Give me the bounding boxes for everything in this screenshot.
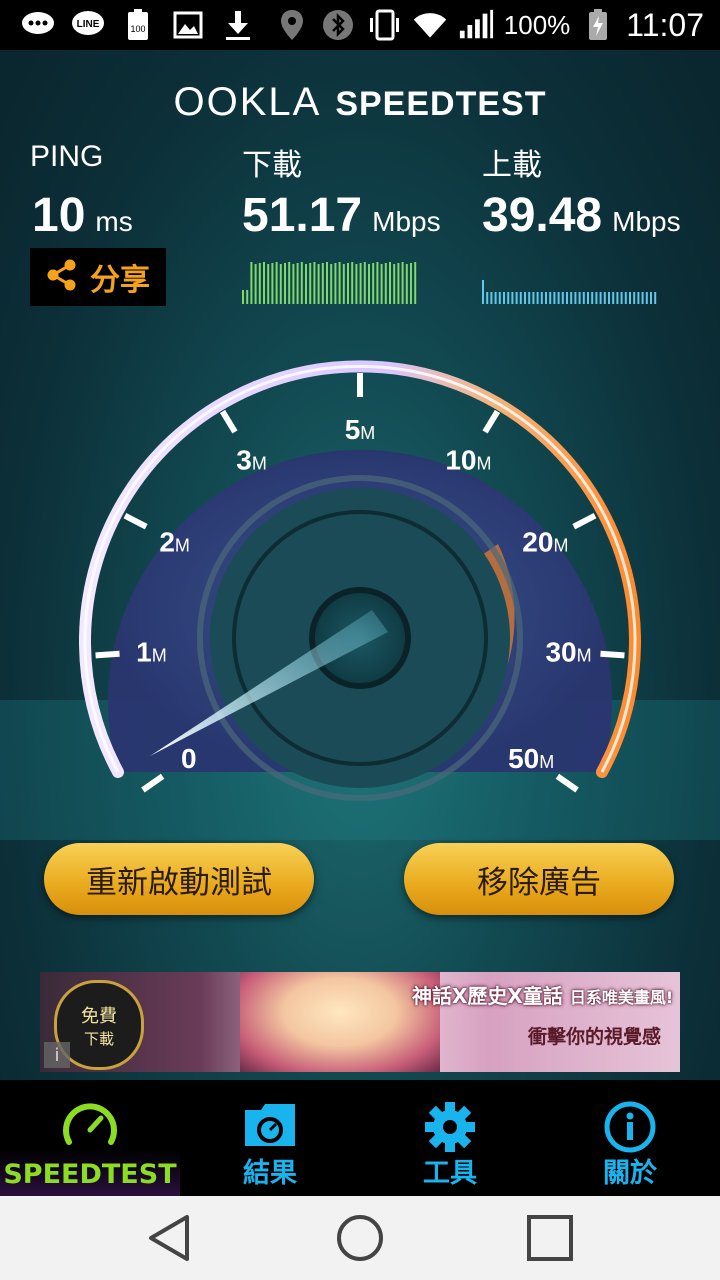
download-icon — [220, 10, 256, 40]
ad-headline: 神話X歷史X童話 日系唯美畫風! — [412, 980, 673, 1009]
ad-tagline: 衝擊你的視覺感 — [528, 1026, 662, 1048]
app-logo: OOKLA SPEEDTEST — [0, 80, 720, 125]
ookla-wordmark: OOKLA — [173, 80, 322, 124]
vibrate-icon — [366, 9, 402, 41]
remove-ads-button[interactable]: 移除廣告 — [404, 843, 674, 915]
results-folder-icon — [241, 1100, 299, 1154]
nav-results-label: 結果 — [243, 1158, 297, 1189]
download-unit: Mbps — [372, 206, 441, 237]
recents-icon[interactable] — [525, 1213, 575, 1267]
signal-icon — [458, 9, 494, 40]
download-number: 51.17 — [242, 189, 363, 242]
back-icon[interactable] — [145, 1213, 195, 1267]
svg-text:100: 100 — [130, 24, 145, 34]
gauge-tick-label: 5M — [345, 414, 376, 445]
nav-speedtest-label: SPEEDTEST — [3, 1159, 177, 1190]
battery-100-icon: 100 — [120, 9, 156, 40]
battery-percent: 100% — [503, 9, 571, 40]
speedometer-icon — [61, 1100, 119, 1154]
nav-tools[interactable]: 工具 — [360, 1080, 540, 1196]
share-button[interactable]: 分享 — [30, 248, 166, 306]
download-value: 51.17 Mbps — [242, 188, 441, 243]
gauge-tick — [95, 650, 120, 659]
svg-text:LINE: LINE — [77, 19, 100, 30]
nav-tools-label: 工具 — [423, 1158, 477, 1189]
gauge-tick-label: 20M — [522, 526, 568, 557]
gauge-tick — [572, 512, 597, 530]
ping-number: 10 — [32, 189, 86, 242]
nav-about[interactable]: 關於 — [540, 1080, 720, 1196]
ad-headline-text: 神話X歷史X童話 — [412, 984, 563, 1008]
info-icon — [603, 1100, 657, 1158]
gauge-tick-label: 0 — [181, 743, 197, 774]
share-label: 分享 — [90, 263, 150, 298]
charging-battery-icon — [580, 9, 616, 40]
speedtest-wordmark: SPEEDTEST — [335, 85, 547, 123]
clock: 11:07 — [626, 6, 704, 43]
status-bar: LINE 100 100% 11:07 — [0, 0, 720, 50]
nav-about-label: 關於 — [603, 1158, 657, 1189]
ad-badge-top: 免費 — [81, 1005, 117, 1027]
ad-headline-text-2: 日系唯美畫風! — [569, 988, 674, 1007]
location-icon — [274, 10, 310, 40]
chat-bubble-icon — [20, 10, 56, 40]
download-label: 下載 — [242, 149, 302, 182]
gauge-tick — [123, 512, 148, 530]
line-icon: LINE — [70, 10, 106, 40]
gauge-tick-label: 10M — [445, 444, 491, 475]
ad-badge-bottom: 下載 — [83, 1029, 114, 1048]
ad-info-icon[interactable]: i — [44, 1042, 70, 1068]
restart-test-button[interactable]: 重新啟動測試 — [44, 843, 314, 915]
nav-speedtest[interactable]: SPEEDTEST — [0, 1080, 180, 1196]
gauge-tick — [482, 409, 501, 434]
ad-banner[interactable]: 免費 下載 神話X歷史X童話 日系唯美畫風! 衝擊你的視覺感 i — [40, 972, 680, 1072]
ad-character-image — [240, 972, 440, 1072]
upload-label: 上載 — [482, 149, 542, 182]
gauge-tick — [219, 409, 238, 434]
speed-gauge: 01M2M3M5M10M20M30M50M — [0, 360, 720, 840]
upload-number: 39.48 — [482, 189, 603, 242]
upload-graph — [482, 280, 657, 304]
home-icon[interactable] — [335, 1213, 385, 1267]
gear-icon — [423, 1100, 477, 1158]
system-navigation-bar — [0, 1196, 720, 1280]
ping-label: PING — [30, 140, 104, 173]
upload-value: 39.48 Mbps — [482, 188, 681, 243]
upload-unit: Mbps — [612, 206, 681, 237]
bluetooth-icon — [320, 10, 356, 40]
ping-unit: ms — [95, 206, 133, 237]
ping-value: 10 ms — [32, 188, 133, 243]
gauge-tick-label: 3M — [236, 444, 267, 475]
image-icon — [170, 10, 206, 40]
wifi-icon — [412, 10, 448, 40]
nav-results[interactable]: 結果 — [180, 1080, 360, 1196]
bottom-navigation: SPEEDTEST 結果 工具 關於 — [0, 1080, 720, 1196]
download-graph — [242, 262, 417, 304]
gauge-tick — [600, 650, 625, 659]
share-icon — [46, 258, 78, 296]
